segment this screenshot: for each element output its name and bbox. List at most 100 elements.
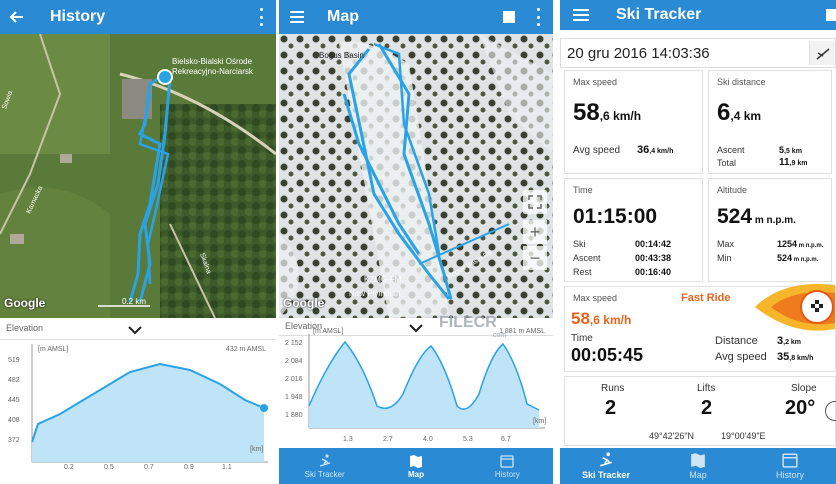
- tab-history[interactable]: History: [744, 448, 836, 484]
- value-unit: m n.p.m.: [752, 215, 796, 226]
- tab-label: Map: [689, 470, 707, 480]
- history-screen: History Bielsko-Bialski Ośrode Rekreacyj…: [0, 0, 276, 484]
- fullscreen-icon[interactable]: [523, 190, 547, 214]
- y-tick: 445: [8, 397, 20, 404]
- tab-history[interactable]: History: [462, 448, 553, 484]
- ascent-value: 5,5 km: [779, 145, 802, 155]
- altitude-card: Altitude 524 m n.p.m. Max 1254 m n.p.m. …: [708, 178, 832, 282]
- min-altitude-label: Min: [717, 253, 732, 263]
- value-unit: m n.p.m.: [792, 257, 819, 263]
- fast-ride-card[interactable]: Max speed Fast Ride 58,6 km/h Time 00:05…: [564, 283, 836, 372]
- ascent-time-value: 00:43:38: [635, 253, 672, 263]
- value-decimal: ,6 km/h: [599, 109, 642, 123]
- lifts-label: Lifts: [697, 383, 716, 394]
- value-decimal: ,4 km/h: [649, 148, 674, 155]
- page-title: Map: [327, 8, 359, 25]
- y-tick: 2 016: [285, 376, 303, 383]
- time-value: 01:15:00: [573, 205, 658, 228]
- google-logo: Google: [4, 296, 46, 310]
- stop-square-icon[interactable]: [826, 9, 836, 21]
- stats-card: Runs 2 Lifts 2 Slope 20° 49°42'26"N 19°0…: [564, 376, 836, 446]
- tab-label: History: [494, 469, 520, 479]
- value-int: 1254: [777, 239, 798, 249]
- card-title: Altitude: [717, 185, 748, 195]
- x-tick: 0.7: [144, 464, 154, 471]
- elevation-chart: [m AMSL] 432 m AMSL 519 482 445 408 372 …: [0, 340, 276, 484]
- watermark-text: FILECR: [439, 314, 497, 331]
- tab-map[interactable]: Map: [370, 448, 461, 484]
- x-tick: 0.5: [104, 464, 114, 471]
- calendar-icon: [782, 452, 798, 470]
- ski-slope-icon[interactable]: [809, 41, 835, 65]
- tab-ski-tracker[interactable]: Ski Tracker: [279, 448, 370, 484]
- lifts-value: 2: [701, 397, 713, 419]
- x-unit: [km]: [250, 446, 264, 453]
- max-altitude-value: 1254 m n.p.m.: [777, 239, 823, 249]
- value-int: 6: [717, 99, 731, 126]
- session-date-bar: 20 gru 2016 14:03:36: [560, 38, 836, 68]
- tab-ski-tracker[interactable]: Ski Tracker: [560, 448, 652, 484]
- tab-label: Ski Tracker: [581, 470, 631, 480]
- value-int: 58: [571, 309, 590, 328]
- slope-value: 20°: [785, 397, 816, 419]
- x-tick: 4.0: [423, 436, 433, 443]
- elevation-header[interactable]: Elevation: [0, 318, 276, 340]
- max-altitude-label: Max: [717, 239, 735, 249]
- page-title: History: [50, 8, 106, 25]
- card-title: Time: [573, 185, 593, 195]
- fast-ride-time: 00:05:45: [571, 345, 644, 365]
- min-altitude-value: 524 m n.p.m.: [777, 253, 818, 263]
- zoom-out-icon[interactable]: −: [523, 246, 547, 270]
- history-map[interactable]: Bielsko-Bialski Ośrode Rekreacyjno-Narci…: [0, 34, 276, 318]
- map-label-bottom1: KZMG-FM: [364, 275, 402, 284]
- time-card: Time 01:15:00 Ski 00:14:42 Ascent 00:43:…: [564, 178, 703, 282]
- bottom-navigation: Ski Tracker Map History: [560, 448, 836, 484]
- hamburger-menu-icon[interactable]: [560, 0, 602, 30]
- session-date: 20 gru 2016 14:03:36: [567, 44, 710, 62]
- value-int: 35: [777, 351, 790, 363]
- avg-speed-value: 36,4 km/h: [637, 144, 673, 156]
- hamburger-menu-icon[interactable]: [279, 0, 315, 34]
- chevron-down-icon[interactable]: [128, 322, 142, 340]
- tab-label: History: [775, 470, 804, 480]
- value-int: 11: [779, 157, 790, 168]
- runs-label: Runs: [601, 383, 625, 394]
- value-decimal: ,8 km/h: [789, 355, 814, 362]
- value-decimal: ,4 km: [730, 109, 762, 123]
- zoom-in-icon[interactable]: +: [523, 220, 547, 244]
- overflow-menu-icon[interactable]: [537, 8, 541, 26]
- overflow-menu-icon[interactable]: [260, 8, 264, 26]
- max-speed-value: 58,6 km/h: [573, 99, 641, 127]
- slope-label: Slope: [791, 383, 817, 394]
- elevation-chart: [m AMSL] 1 881 m AMSL FILECR .com 2 152 …: [279, 314, 553, 448]
- history-app-bar: History: [0, 0, 276, 34]
- x-tick: 6.7: [501, 436, 511, 443]
- y-tick: 519: [8, 357, 20, 364]
- rest-time-label: Rest: [573, 267, 592, 277]
- stop-square-icon[interactable]: [503, 11, 515, 23]
- back-arrow-icon[interactable]: [0, 0, 34, 34]
- ski-distance-card: Ski distance 6,4 km Ascent 5,5 km Total …: [708, 70, 832, 174]
- tracker-app-bar: Ski Tracker: [560, 0, 836, 30]
- x-unit: [km]: [533, 418, 547, 425]
- skier-icon: [318, 453, 332, 470]
- latitude: 49°42'26"N: [649, 431, 695, 441]
- altitude-value: 524 m n.p.m.: [717, 205, 796, 229]
- fast-ride-speed: 58,6 km/h: [571, 309, 631, 329]
- x-tick: 5.3: [463, 436, 473, 443]
- value-decimal: ,9 km: [789, 160, 808, 167]
- ski-distance-value: 6,4 km: [717, 99, 761, 127]
- ascent-label: Ascent: [717, 145, 745, 155]
- ascent-time-label: Ascent: [573, 253, 601, 263]
- y-tick: 2 152: [285, 340, 303, 347]
- y-tick: 372: [8, 437, 20, 444]
- page-title: Ski Tracker: [616, 6, 702, 23]
- avg-speed-value: 35,8 km/h: [777, 351, 813, 363]
- time-label: Time: [571, 333, 593, 344]
- y-tick: 408: [8, 417, 20, 424]
- max-speed-card: Max speed 58,6 km/h Avg speed 36,4 km/h: [564, 70, 703, 174]
- x-tick: 2.7: [383, 436, 393, 443]
- tab-map[interactable]: Map: [652, 448, 744, 484]
- value-int: 36: [637, 144, 650, 156]
- track-map[interactable]: Bogus Basin Bogus Basin Rd KZMG-FM New P…: [279, 34, 553, 318]
